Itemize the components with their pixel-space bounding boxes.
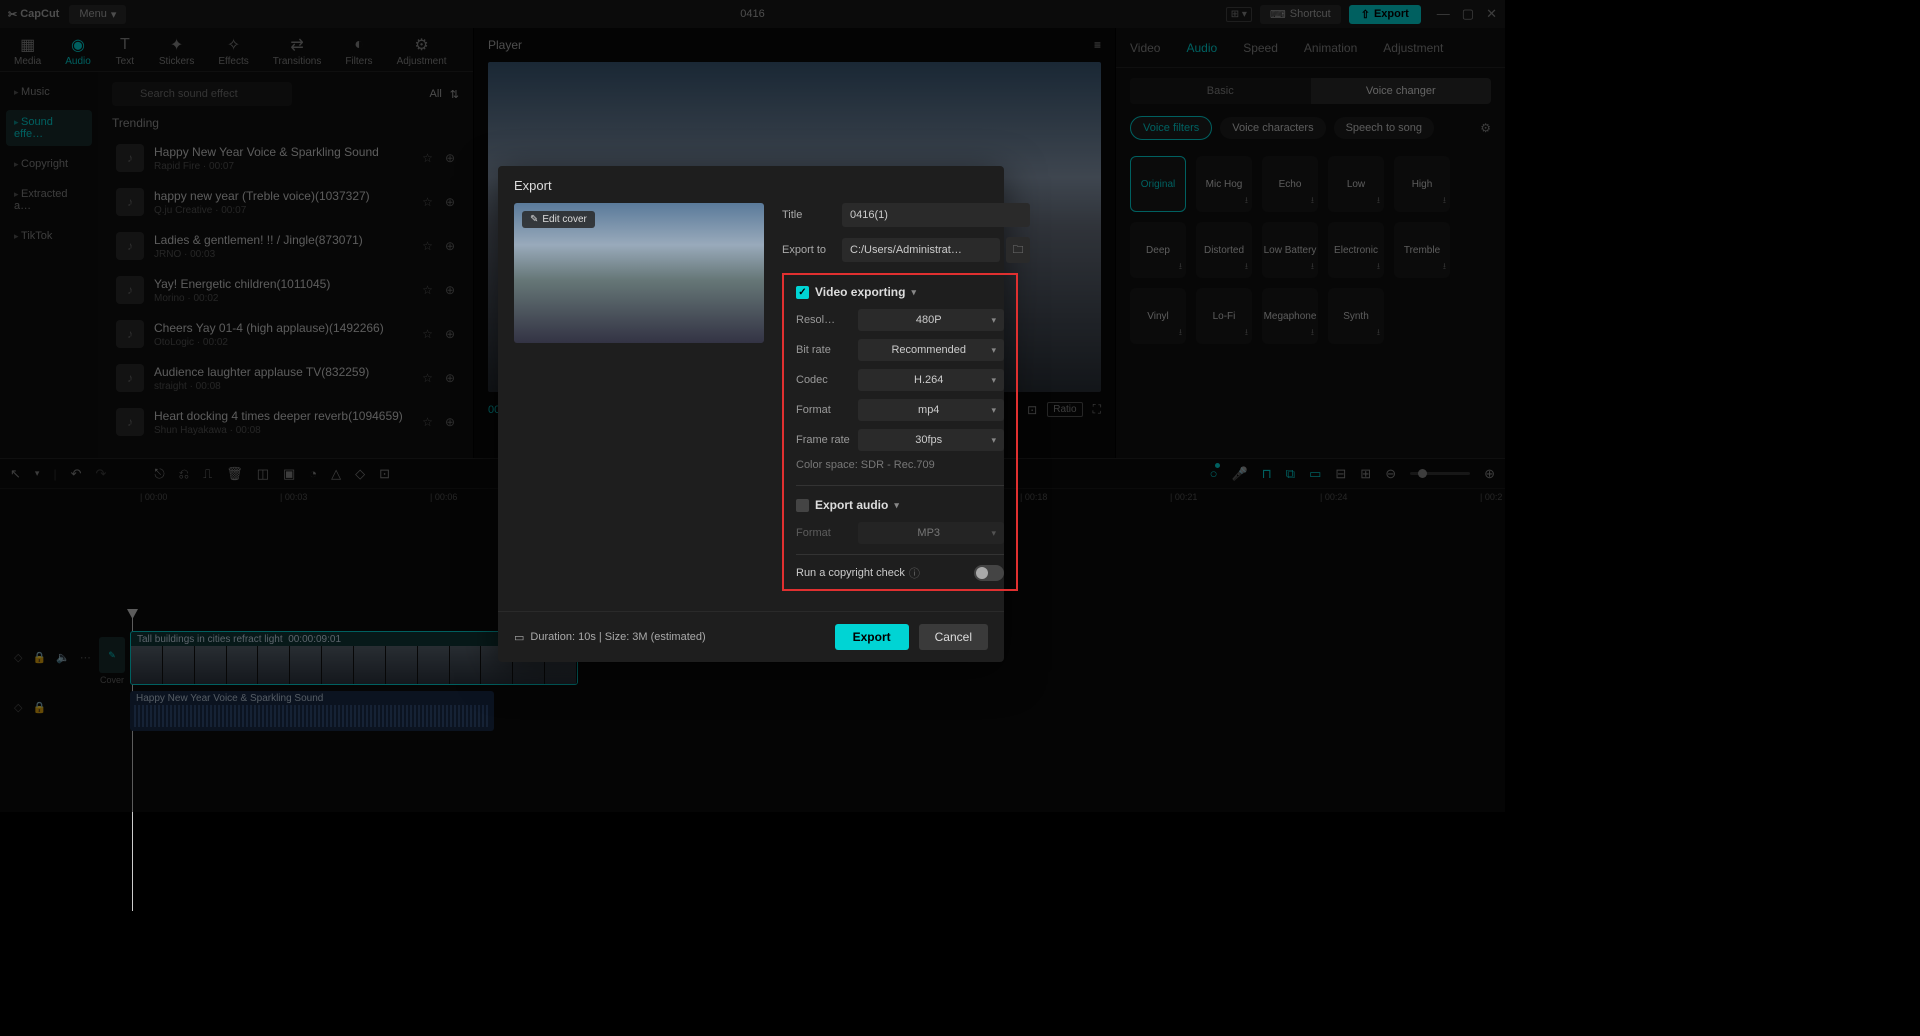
cancel-button[interactable]: Cancel — [919, 624, 988, 650]
copyright-toggle[interactable] — [974, 565, 1004, 581]
video-export-checkbox[interactable]: ✓ — [796, 286, 809, 299]
browse-button[interactable]: 🗀 — [1006, 237, 1030, 263]
info-icon[interactable]: ⓘ — [909, 565, 920, 581]
select-value: MP3 — [866, 527, 991, 539]
codec-label: Codec — [796, 374, 858, 386]
bitrate-label: Bit rate — [796, 344, 858, 356]
video-exporting-header: ✓ Video exporting ▾ — [796, 285, 1004, 299]
export-dialog-footer: ▭ Duration: 10s | Size: 3M (estimated) E… — [498, 611, 1004, 662]
framerate-select[interactable]: 30fps▾ — [858, 429, 1004, 451]
select-value: H.264 — [866, 374, 991, 386]
copyright-check-label: Run a copyright check ⓘ — [796, 565, 974, 581]
codec-select[interactable]: H.264▾ — [858, 369, 1004, 391]
audio-format-select: MP3▾ — [858, 522, 1004, 544]
chevron-down-icon: ▾ — [991, 315, 996, 326]
export-confirm-button[interactable]: Export — [835, 624, 909, 650]
film-icon: ▭ — [514, 631, 524, 644]
chevron-down-icon[interactable]: ▾ — [911, 287, 916, 298]
format-select[interactable]: mp4▾ — [858, 399, 1004, 421]
chevron-down-icon: ▾ — [991, 528, 996, 539]
select-value: Recommended — [866, 344, 991, 356]
select-value: 480P — [866, 314, 991, 326]
chevron-down-icon: ▾ — [991, 435, 996, 446]
pencil-icon: ✎ — [530, 214, 538, 225]
bitrate-select[interactable]: Recommended▾ — [858, 339, 1004, 361]
resolution-label: Resol… — [796, 314, 858, 326]
export-dialog: Export ✎ Edit cover Title Export to 🗀 — [498, 166, 1004, 662]
colorspace-text: Color space: SDR - Rec.709 — [796, 459, 1004, 471]
duration-text: Duration: 10s | Size: 3M (estimated) — [530, 631, 705, 643]
audio-export-checkbox[interactable] — [796, 499, 809, 512]
export-settings-highlight: ✓ Video exporting ▾ Resol…480P▾ Bit rate… — [782, 273, 1018, 591]
resolution-select[interactable]: 480P▾ — [858, 309, 1004, 331]
chevron-down-icon: ▾ — [991, 345, 996, 356]
select-value: 30fps — [866, 434, 991, 446]
edit-cover-button[interactable]: ✎ Edit cover — [522, 211, 595, 228]
chevron-down-icon: ▾ — [991, 375, 996, 386]
chevron-down-icon: ▾ — [991, 405, 996, 416]
audio-format-label: Format — [796, 527, 858, 539]
framerate-label: Frame rate — [796, 434, 858, 446]
export-path-input[interactable] — [842, 238, 1000, 262]
audio-export-header: Export audio ▾ — [796, 485, 1004, 512]
chevron-down-icon[interactable]: ▾ — [894, 500, 899, 511]
cover-preview: ✎ Edit cover — [514, 203, 764, 343]
video-section-label: Video exporting — [815, 285, 905, 299]
export-to-label: Export to — [782, 244, 842, 256]
folder-icon: 🗀 — [1013, 241, 1024, 260]
export-duration: ▭ Duration: 10s | Size: 3M (estimated) — [514, 631, 706, 644]
audio-section-label: Export audio — [815, 498, 888, 512]
dialog-title: Export — [498, 166, 1004, 203]
format-label: Format — [796, 404, 858, 416]
edit-cover-label: Edit cover — [542, 214, 586, 225]
title-label: Title — [782, 209, 842, 221]
select-value: mp4 — [866, 404, 991, 416]
title-input[interactable] — [842, 203, 1030, 227]
